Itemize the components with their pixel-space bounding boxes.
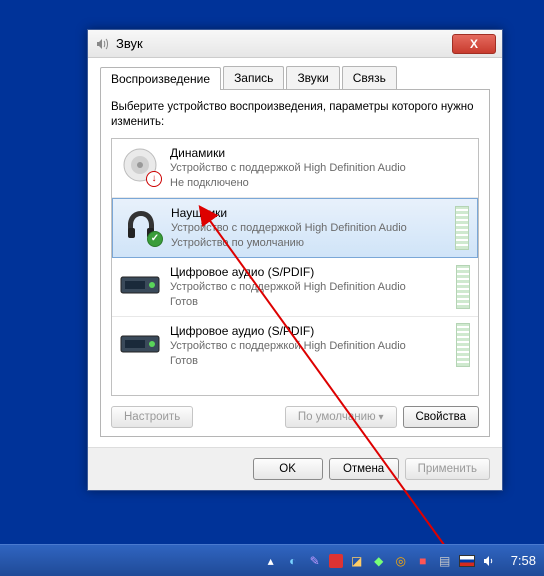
cancel-button[interactable]: Отмена [329,458,399,480]
tray-chevron-icon[interactable]: ▴ [263,553,279,569]
properties-button[interactable]: Свойства [403,406,480,428]
system-tray: ▴ ◐ ✎ ◪ ◆ ◎ ■ ▤ 7:58 [263,553,536,569]
speaker-icon: ↓ [120,145,160,185]
device-list[interactable]: ↓ Динамики Устройство с поддержкой High … [111,138,479,396]
device-item-speakers[interactable]: ↓ Динамики Устройство с поддержкой High … [112,139,478,198]
device-desc: Устройство с поддержкой High Definition … [170,161,470,176]
level-meter [456,265,470,309]
clock[interactable]: 7:58 [511,553,536,568]
spdif-icon [120,264,160,304]
tab-communications[interactable]: Связь [342,66,397,89]
device-status: Устройство по умолчанию [171,236,445,251]
device-item-spdif-2[interactable]: Цифровое аудио (S/PDIF) Устройство с под… [112,317,478,375]
tab-playback[interactable]: Воспроизведение [100,67,221,90]
apply-button[interactable]: Применить [405,458,490,480]
sound-dialog: Звук X Воспроизведение Запись Звуки Связ… [87,29,503,491]
device-name: Наушники [171,205,445,221]
tray-app-icon[interactable]: ▤ [437,553,453,569]
device-desc: Устройство с поддержкой High Definition … [170,280,446,295]
sound-icon [94,36,110,52]
volume-icon[interactable] [481,553,497,569]
tab-recording[interactable]: Запись [223,66,284,89]
window-title: Звук [116,36,143,51]
close-button[interactable]: X [452,34,496,54]
device-desc: Устройство с поддержкой High Definition … [171,221,445,236]
unplugged-badge-icon: ↓ [146,171,162,187]
device-item-spdif-1[interactable]: Цифровое аудио (S/PDIF) Устройство с под… [112,258,478,317]
instruction-text: Выберите устройство воспроизведения, пар… [111,100,479,130]
level-meter [455,206,469,250]
configure-button[interactable]: Настроить [111,406,193,428]
tray-app-icon[interactable]: ■ [415,553,431,569]
default-badge-icon: ✓ [147,231,163,247]
tab-strip: Воспроизведение Запись Звуки Связь [100,66,490,90]
titlebar[interactable]: Звук X [88,30,502,58]
tray-security-icon[interactable] [329,554,343,568]
device-status: Готов [170,295,446,310]
tray-app-icon[interactable]: ◎ [393,553,409,569]
tray-app-icon[interactable]: ◆ [371,553,387,569]
device-status: Готов [170,354,446,369]
device-status: Не подключено [170,176,470,191]
tab-sounds[interactable]: Звуки [286,66,339,89]
device-item-headphones[interactable]: ✓ Наушники Устройство с поддержкой High … [112,198,478,258]
device-name: Цифровое аудио (S/PDIF) [170,264,446,280]
set-default-button[interactable]: По умолчанию [285,406,397,428]
tray-app-icon[interactable]: ✎ [307,553,323,569]
device-name: Динамики [170,145,470,161]
ok-button[interactable]: OK [253,458,323,480]
tab-panel: Выберите устройство воспроизведения, пар… [100,90,490,437]
headphones-icon: ✓ [121,205,161,245]
device-name: Цифровое аудио (S/PDIF) [170,323,446,339]
tray-app-icon[interactable]: ◪ [349,553,365,569]
taskbar[interactable]: ▴ ◐ ✎ ◪ ◆ ◎ ■ ▤ 7:58 [0,544,544,576]
spdif-icon [120,323,160,363]
tray-app-icon[interactable]: ◐ [285,553,301,569]
language-indicator[interactable] [459,553,475,569]
level-meter [456,323,470,367]
device-desc: Устройство с поддержкой High Definition … [170,339,446,354]
